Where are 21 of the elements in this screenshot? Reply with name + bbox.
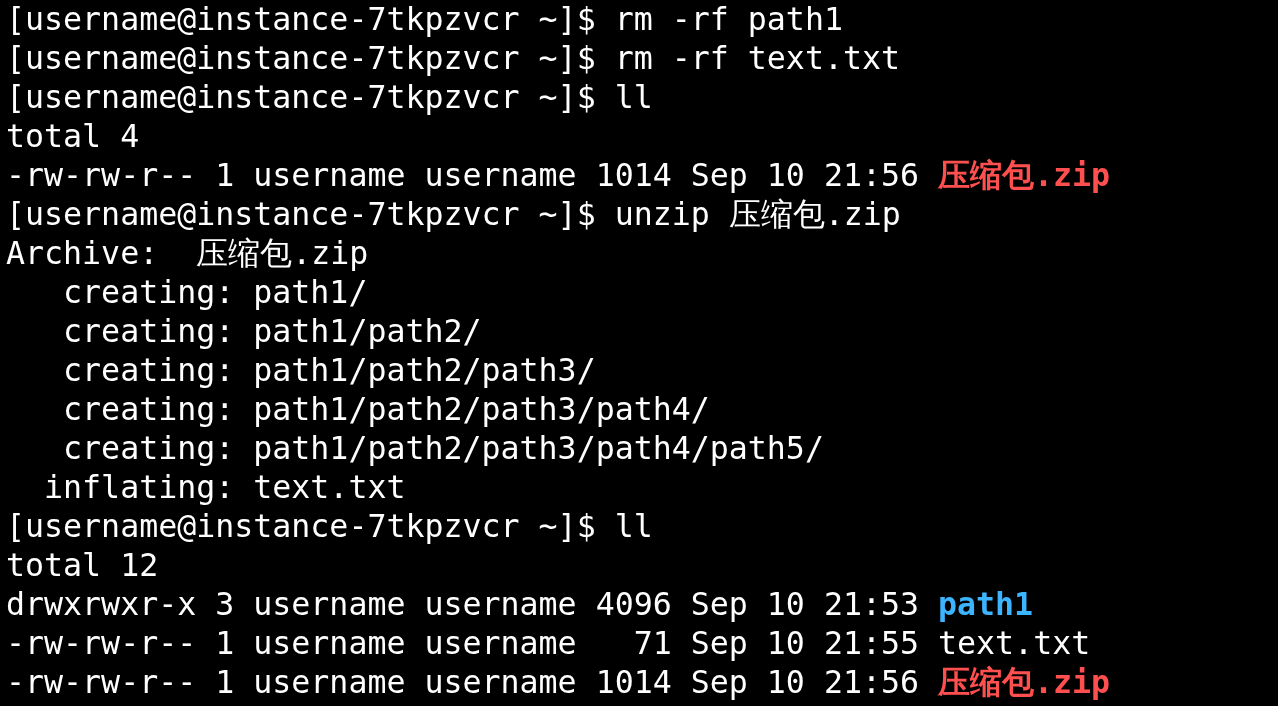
terminal-text: inflating: text.txt	[43, 469, 406, 505]
terminal-text: [username@instance-7tkpzvcr ~]$ rm -rf path1	[6, 1, 843, 37]
terminal-text: -rw-rw-r-- 1 username username 71 Sep 10 21:55 text.txt	[6, 625, 1091, 661]
terminal-text: creating: path1/path2/path3/path4/	[62, 391, 710, 427]
terminal-text: drwxrwxr-x 3 username username 4096 Sep 10 21:53	[6, 586, 920, 622]
terminal-text: Archive: 压缩包.zip	[6, 235, 369, 271]
terminal-text: creating: path1/path2/path3/	[62, 352, 596, 388]
archive-file-name: 压缩包.zip	[938, 664, 1111, 700]
terminal-text: [username@instance-7tkpzvcr ~]$ ll	[6, 508, 653, 544]
terminal-text: -rw-rw-r-- 1 username username 1014 Sep 10 21:56	[6, 157, 920, 193]
directory-name: path1	[938, 586, 1034, 622]
terminal-text: creating: path1/path2/	[62, 313, 482, 349]
archive-file-name: 压缩包.zip	[938, 157, 1111, 193]
terminal-text: [username@instance-7tkpzvcr ~]$ unzip 压缩包.zip	[6, 196, 901, 232]
terminal-text: -rw-rw-r-- 1 username username 1014 Sep 10 21:56	[6, 664, 920, 700]
terminal-text: [username@instance-7tkpzvcr ~]$ ll	[6, 79, 653, 115]
terminal-text: creating: path1/	[62, 274, 368, 310]
terminal-text: total 4	[6, 118, 140, 154]
terminal-text: [username@instance-7tkpzvcr ~]$ rm -rf text.txt	[6, 40, 900, 76]
terminal-text: creating: path1/path2/path3/path4/path5/	[62, 430, 824, 466]
terminal-text: total 12	[6, 547, 159, 583]
